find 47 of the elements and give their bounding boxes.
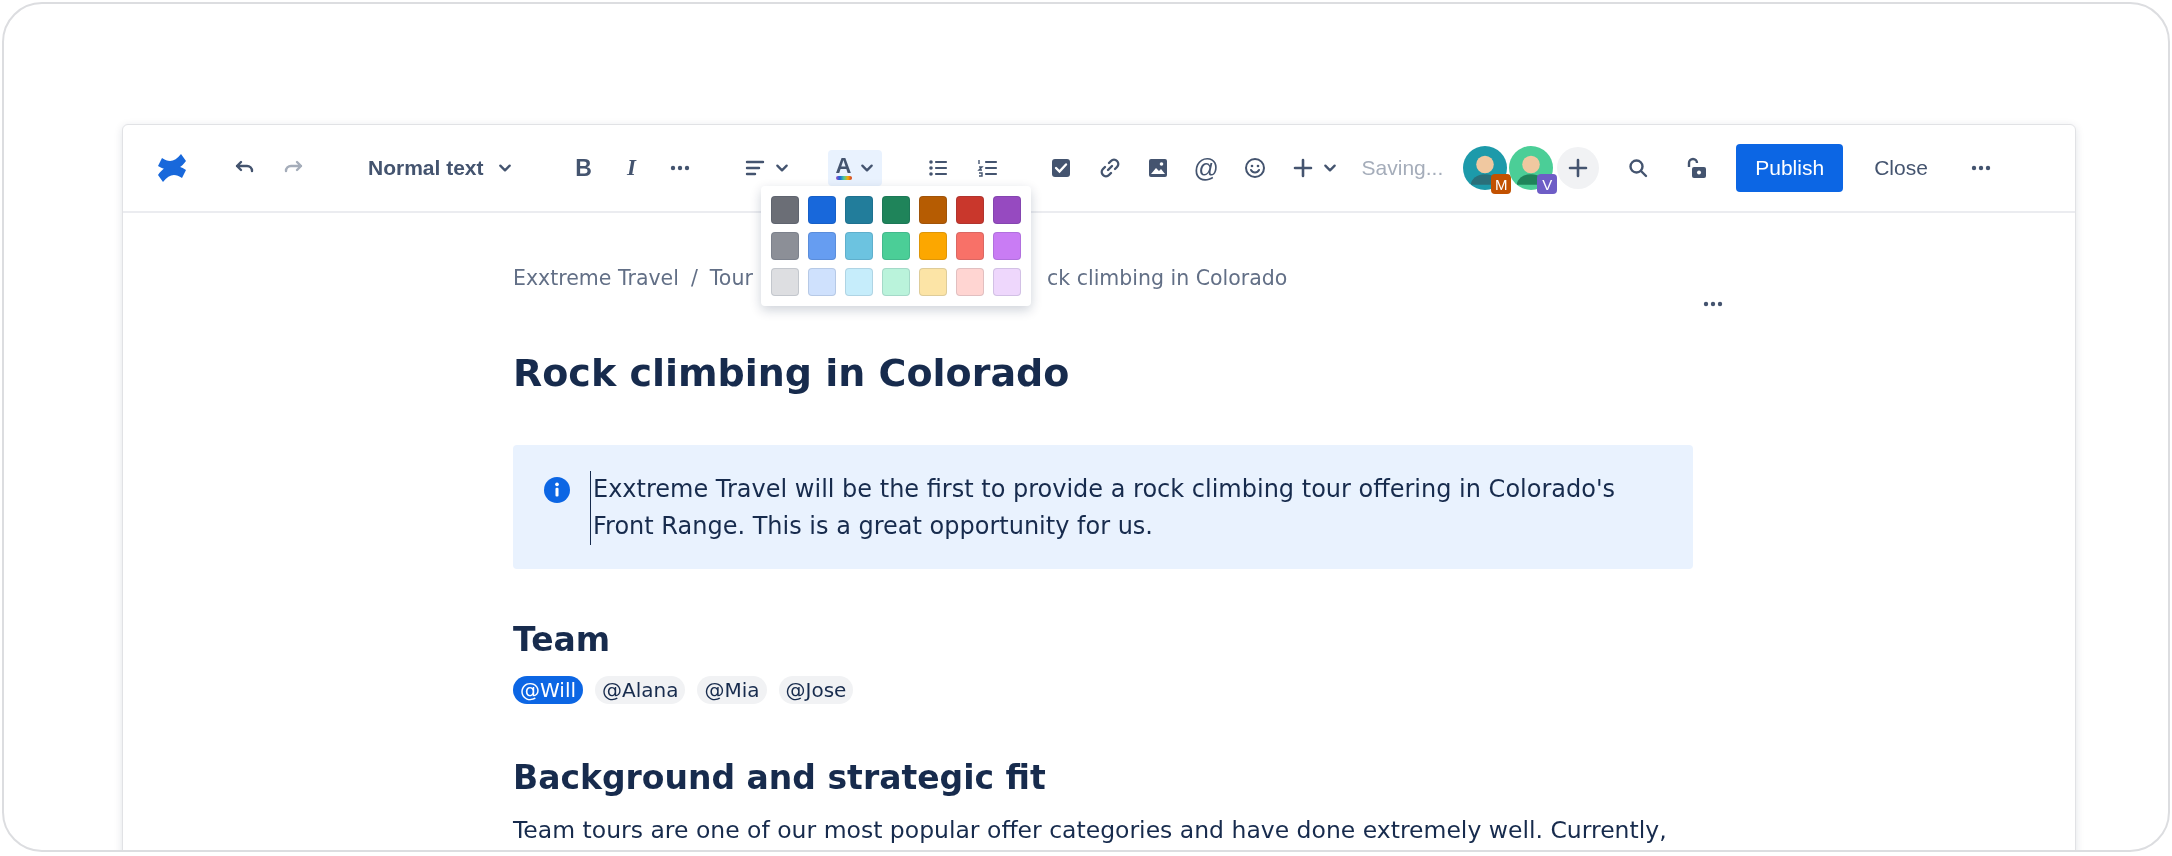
color-swatch[interactable] [808, 268, 836, 296]
publish-button[interactable]: Publish [1736, 144, 1844, 192]
mention-tag[interactable]: @Mia [697, 676, 767, 704]
color-swatch[interactable] [771, 268, 799, 296]
info-icon [544, 477, 570, 503]
emoji-icon[interactable] [1242, 156, 1267, 180]
color-swatch[interactable] [771, 232, 799, 260]
color-swatch[interactable] [919, 196, 947, 224]
initial-badge: V [1537, 174, 1558, 194]
text-style-dropdown[interactable]: Normal text [368, 156, 512, 180]
section-heading: Team [513, 619, 612, 661]
color-swatch[interactable] [993, 232, 1021, 260]
color-swatch[interactable] [845, 196, 873, 224]
color-swatch[interactable] [845, 232, 873, 260]
breadcrumb-link[interactable]: Tour [709, 266, 753, 290]
page-title: Rock climbing in Colorado [513, 350, 1071, 397]
info-text: Exxtreme Travel will be the first to provide a rock climbing tour offering in Colorado's Front Range. This is a great opportunity for us. [590, 471, 1673, 545]
section-heading: Background and strategic fit [513, 757, 1047, 799]
color-swatch[interactable] [993, 196, 1021, 224]
close-button[interactable]: Close [1874, 156, 1928, 180]
mention-tag[interactable]: @Will [513, 676, 583, 704]
breadcrumb-link[interactable]: ck climbing in Colorado [1047, 266, 1725, 290]
color-swatch[interactable] [919, 268, 947, 296]
text-color-button[interactable]: A [827, 150, 882, 186]
color-swatch[interactable] [882, 196, 910, 224]
mention-tag[interactable]: @Alana [595, 676, 686, 704]
breadcrumb-separator: / [690, 266, 698, 290]
add-collaborator-button[interactable] [1557, 147, 1600, 189]
color-swatch[interactable] [882, 268, 910, 296]
paragraph: Team tours are one of our most popular offer categories and have done extremely well. Currently, [513, 815, 1668, 846]
italic-button[interactable]: I [619, 156, 644, 180]
color-swatch[interactable] [808, 232, 836, 260]
mention-tag[interactable]: @Jose [778, 676, 854, 704]
color-swatch[interactable] [919, 232, 947, 260]
color-swatch[interactable] [993, 268, 1021, 296]
saving-status: Saving... [1361, 156, 1444, 180]
color-swatch[interactable] [808, 196, 836, 224]
color-swatch[interactable] [882, 232, 910, 260]
mention-button[interactable]: @ [1193, 156, 1218, 180]
breadcrumb-link[interactable]: Exxtreme Travel [513, 266, 679, 290]
color-swatch[interactable] [956, 196, 984, 224]
bold-button[interactable]: B [571, 156, 596, 180]
color-swatch[interactable] [771, 196, 799, 224]
color-swatch[interactable] [956, 232, 984, 260]
color-swatch[interactable] [956, 268, 984, 296]
initial-badge: M [1491, 174, 1512, 194]
color-swatch[interactable] [845, 268, 873, 296]
